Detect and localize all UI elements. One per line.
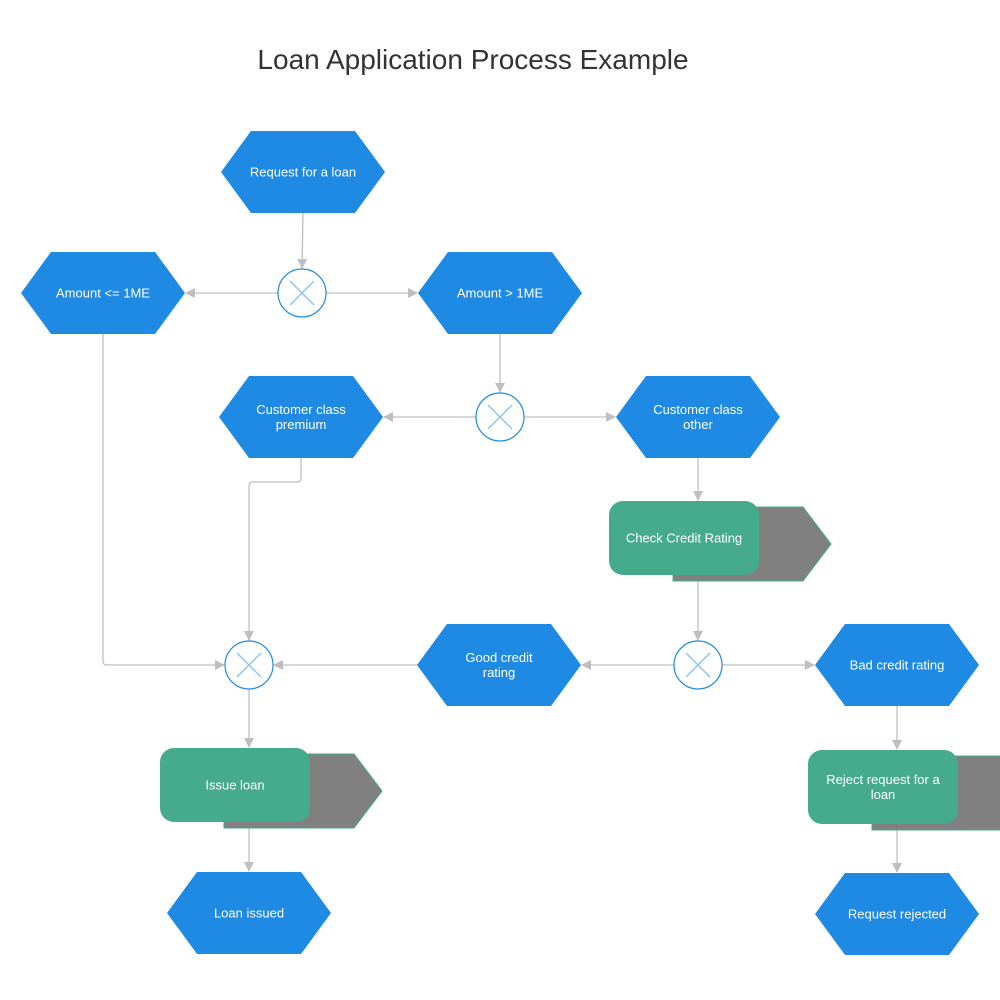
edge-class-premium-to-xor4 [244,458,302,641]
node-label: Loan issued [214,906,284,921]
node-label: Reject request for a [826,772,940,787]
nodes: Request for a loan Amount <= 1ME Amount > … [21,131,1000,955]
event-node-request-loan[interactable]: Request for a loan [221,131,385,213]
function-node-check-credit[interactable]: Check Credit Rating [609,501,832,582]
event-node-amount-gt[interactable]: Amount > 1ME [418,252,582,334]
function-node-issue-loan[interactable]: Issue loan [160,748,383,829]
node-label: Bad credit rating [850,658,945,673]
node-label: loan [871,787,896,802]
event-node-good-credit[interactable]: Good creditrating [417,624,581,706]
epc-diagram: Request for a loan Amount <= 1ME Amount > … [21,131,1000,955]
edge-request-loan-to-xor1 [297,212,308,269]
function-node-reject-request[interactable]: Reject request for aloan [808,750,1000,831]
node-label: premium [276,417,327,432]
node-label: rating [483,665,516,680]
xor-connector-xor2[interactable] [475,392,525,442]
node-label: Good credit [465,650,533,665]
xor-connector-xor4[interactable] [224,640,274,690]
node-label: Amount > 1ME [457,286,544,301]
event-node-amount-le[interactable]: Amount <= 1ME [21,252,185,334]
event-node-class-premium[interactable]: Customer classpremium [219,376,383,458]
node-label: Customer class [256,402,346,417]
xor-connector-xor1[interactable] [277,268,327,318]
node-label: Request for a loan [250,165,356,180]
node-label: Customer class [653,402,743,417]
event-node-request-rejected[interactable]: Request rejected [815,873,979,955]
node-label: Request rejected [848,907,946,922]
event-node-class-other[interactable]: Customer classother [616,376,780,458]
node-label: Check Credit Rating [626,531,742,546]
node-label: Amount <= 1ME [56,286,150,301]
event-node-loan-issued[interactable]: Loan issued [167,872,331,954]
event-node-bad-credit[interactable]: Bad credit rating [815,624,979,706]
xor-connector-xor3[interactable] [673,640,723,690]
edge-amount-le-to-xor4 [102,334,225,670]
node-label: other [683,417,713,432]
node-label: Issue loan [205,778,264,793]
